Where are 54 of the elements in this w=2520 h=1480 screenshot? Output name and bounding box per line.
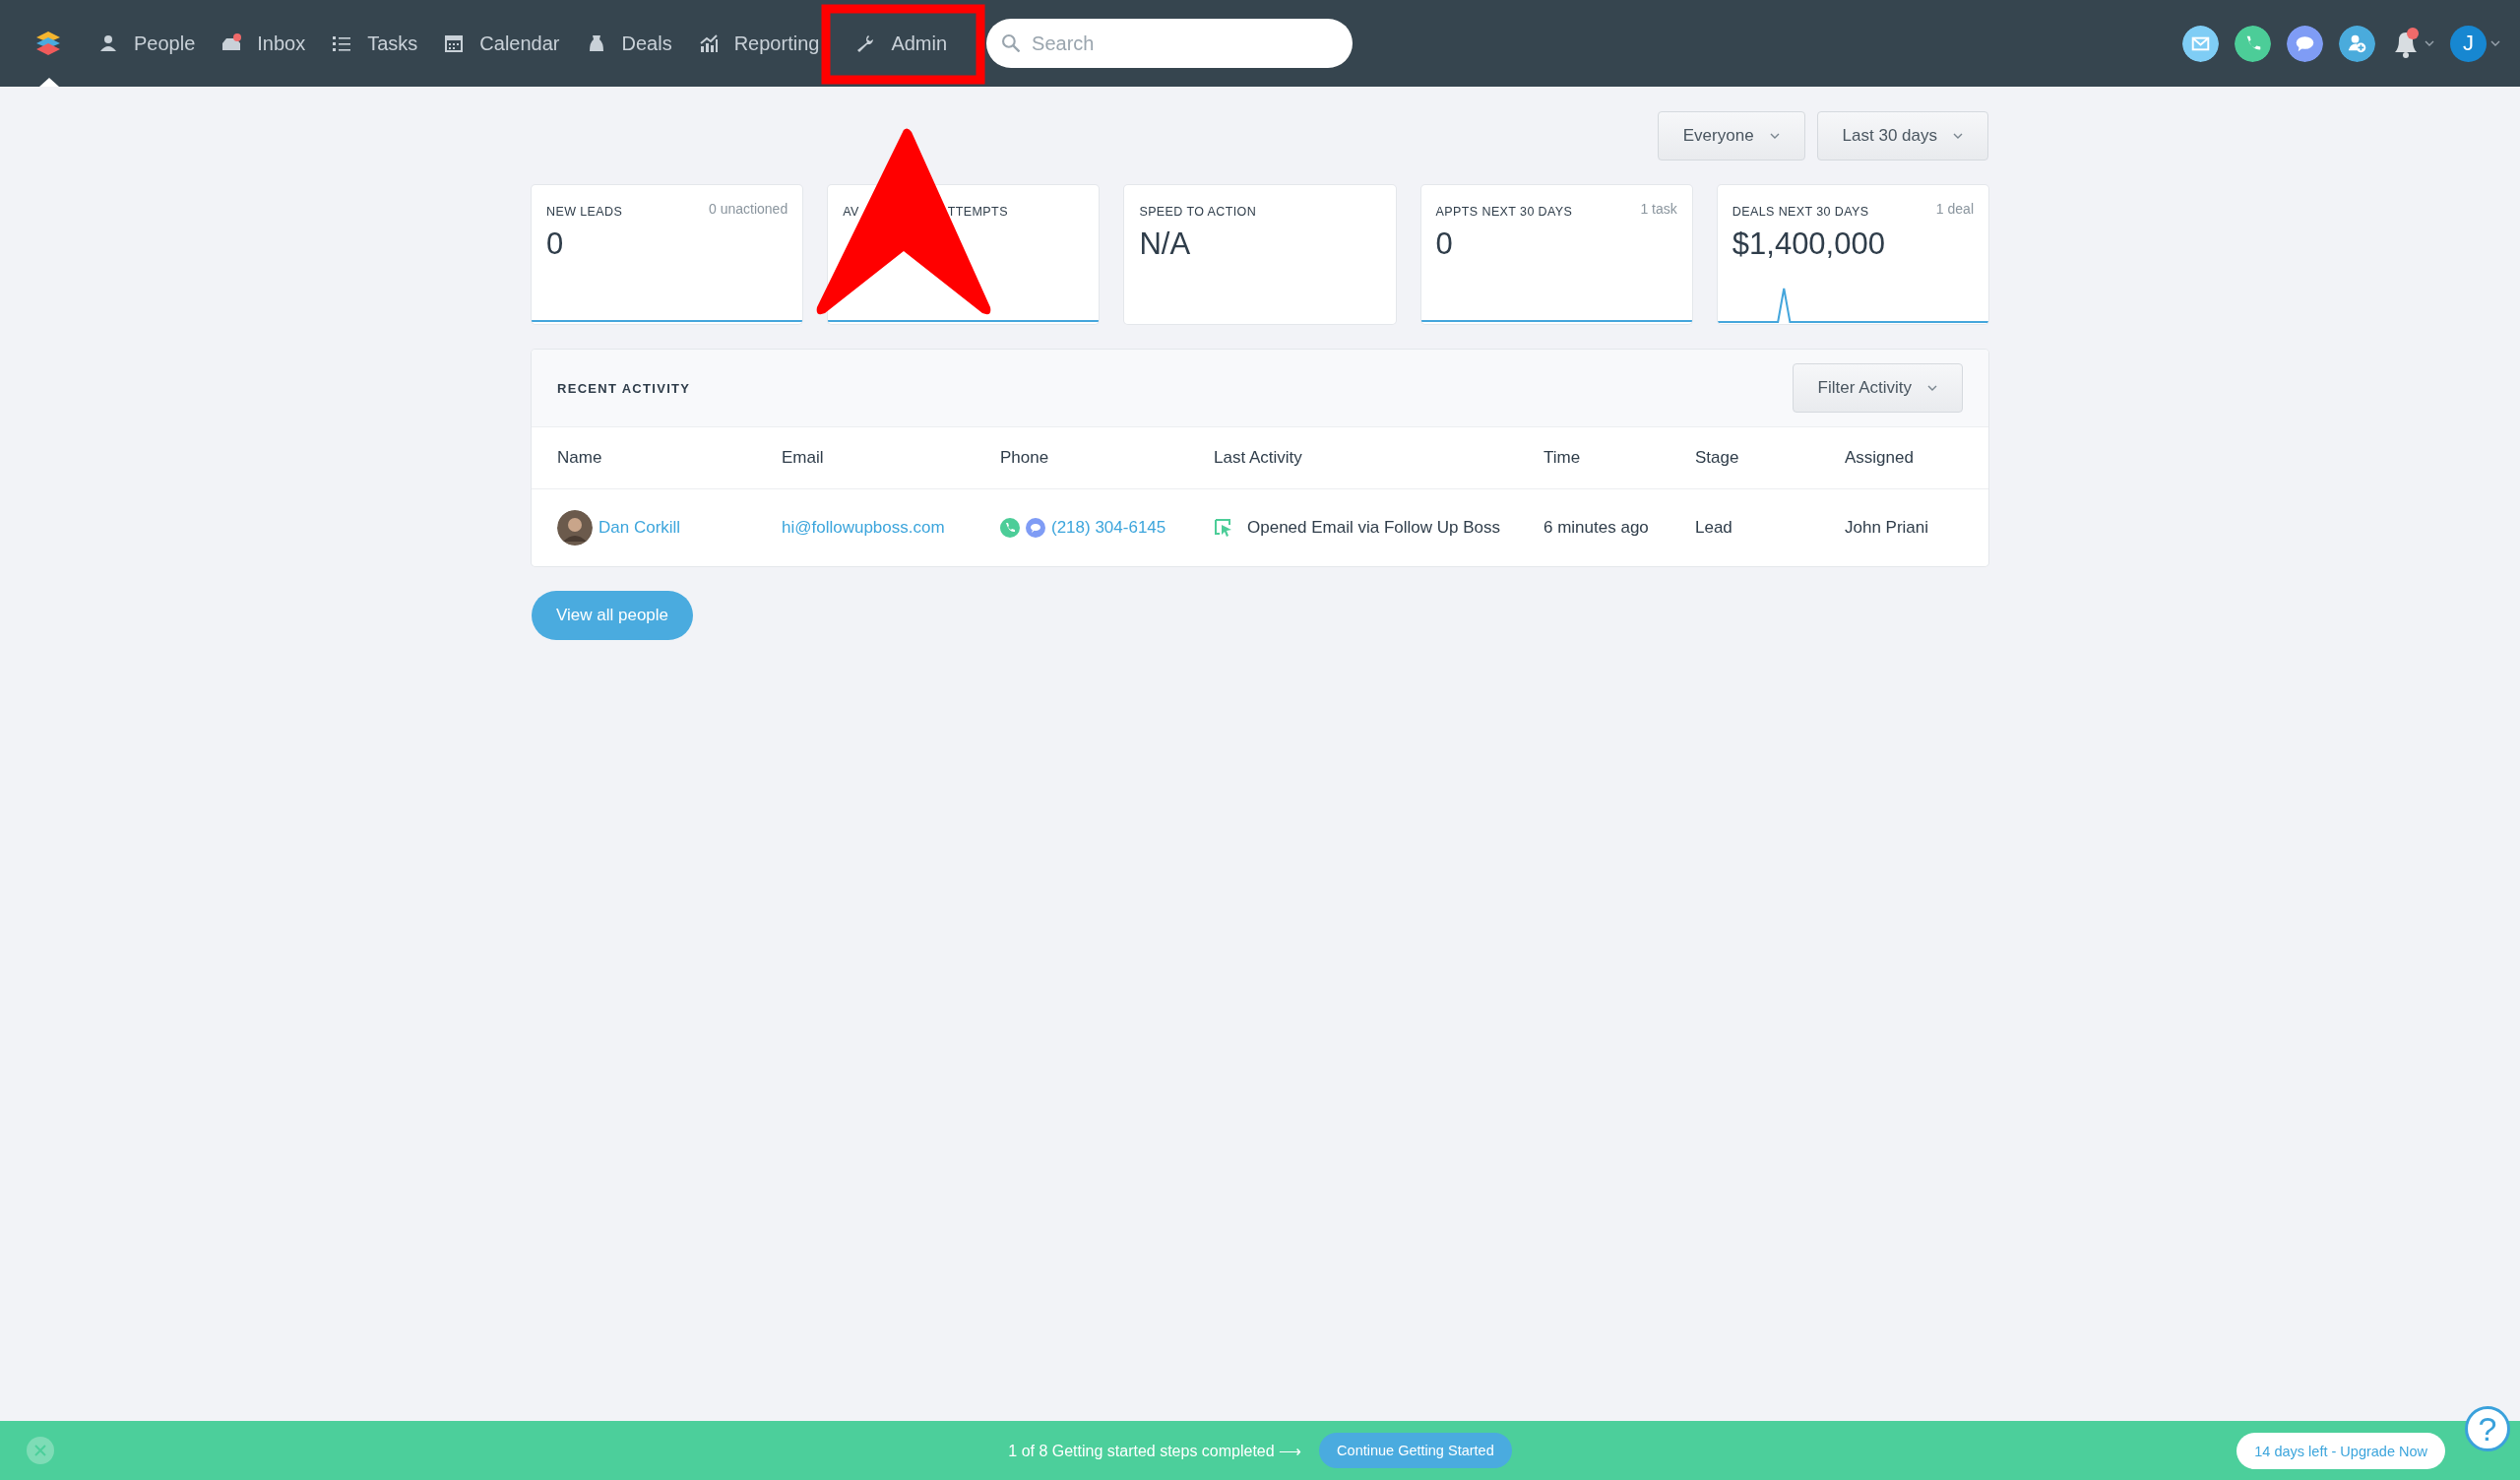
avatar-icon (557, 510, 593, 546)
add-person-icon[interactable] (2339, 25, 2375, 62)
nav-item[interactable]: Tasks (332, 32, 418, 55)
phone-icon[interactable] (2235, 25, 2271, 62)
stat-title: APPTS NEXT 30 DAYS (1435, 205, 1573, 219)
nav-item[interactable]: Calendar (444, 32, 560, 55)
stat-value: 0 (545, 226, 565, 262)
panel-title: RECENT ACTIVITY (557, 380, 691, 396)
cursor-click-icon (1214, 518, 1233, 538)
chat-bubble-icon[interactable] (2287, 25, 2323, 62)
column-header: Phone (1000, 448, 1050, 468)
stat-title: NEW LEADS (546, 205, 623, 219)
chevron-down-icon (1953, 132, 1963, 140)
table-cell-text: John Priani (1845, 518, 1930, 538)
people-icon (98, 33, 118, 53)
stat-title: DEALS NEXT 30 DAYS (1732, 205, 1869, 219)
nav-item[interactable]: Inbox (221, 32, 306, 55)
search-field[interactable]: Search (986, 19, 1354, 68)
table-cell-text: 6 minutes ago (1544, 518, 1650, 538)
tasks-icon (332, 33, 352, 53)
chevron-down-icon (1927, 384, 1937, 392)
nav-item[interactable]: Admin (855, 32, 948, 55)
activity-text: Opened Email via Follow Up Boss (1247, 518, 1500, 538)
chevron-down-icon (2490, 39, 2500, 47)
stat-note: 1 task (1640, 201, 1677, 219)
stat-value: N/A (1138, 226, 1192, 262)
column-header: Stage (1695, 448, 1740, 468)
stat-value: 0 (1434, 226, 1454, 262)
column-header: Name (557, 448, 603, 468)
calendar-icon (444, 33, 465, 53)
email-icon[interactable] (2182, 25, 2219, 62)
nav-item[interactable]: Reporting (698, 32, 820, 55)
progress-text: 1 of 8 Getting started steps completed ⟶ (1008, 1441, 1302, 1460)
stat-title: SPEED TO ACTION (1139, 205, 1257, 219)
filter-dropdown[interactable]: Last 30 days (1816, 111, 1988, 161)
inbox-icon (221, 33, 242, 53)
chevron-down-icon (1769, 132, 1780, 140)
column-header: Last Activity (1214, 448, 1303, 468)
column-header: Email (782, 448, 825, 468)
stat-title: TTEMPTS (947, 205, 1008, 219)
stat-note: 0 unactioned (709, 201, 788, 219)
filter-dropdown[interactable]: Filter Activity (1792, 363, 1963, 413)
search-icon (1002, 34, 1021, 52)
filter-dropdown[interactable]: Everyone (1657, 111, 1805, 161)
nav-item[interactable]: Deals (586, 32, 672, 55)
table-cell-text: Lead (1695, 518, 1733, 538)
user-avatar[interactable]: J (2450, 25, 2487, 62)
column-header: Assigned (1845, 448, 1915, 468)
column-header: Time (1544, 448, 1582, 468)
stat-title: AV (843, 205, 859, 219)
chevron-down-icon (2425, 39, 2434, 47)
nav-item[interactable]: People (98, 32, 196, 55)
stat-note: 1 deal (1935, 201, 1974, 219)
stat-value: $1,400,000 (1731, 226, 1886, 262)
